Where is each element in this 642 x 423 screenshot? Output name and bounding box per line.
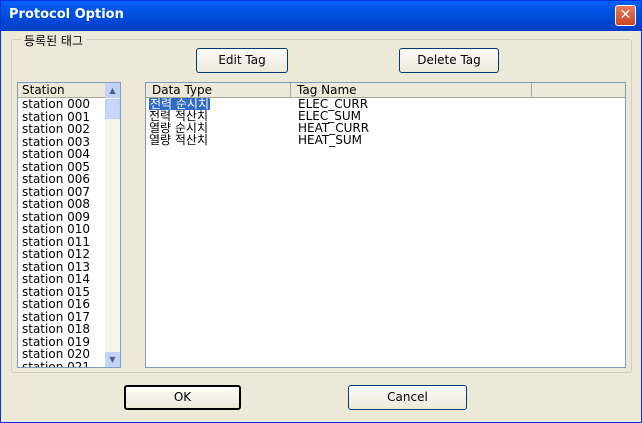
station-list-item[interactable]: station 012 [22,248,90,261]
station-list-item[interactable]: station 010 [22,223,90,236]
station-list-item[interactable]: station 004 [22,148,90,161]
ok-button[interactable]: OK [124,385,241,410]
cancel-button[interactable]: Cancel [348,385,467,410]
title-bar[interactable]: Protocol Option ✕ [1,1,641,31]
chevron-down-icon: ▼ [109,355,116,364]
station-list-item[interactable]: station 008 [22,198,90,211]
scroll-down-button[interactable]: ▼ [105,352,120,367]
window-title: Protocol Option [9,7,124,22]
tag-list[interactable]: Data Type Tag Name 전력 순시치 ELEC_CURR 전력 적산치… [145,82,626,368]
tag-name-column-header[interactable]: Tag Name [291,83,532,98]
data-type-cell: 열량 적산치 [149,133,209,147]
station-column-header[interactable]: Station [18,83,107,98]
edit-tag-button[interactable]: Edit Tag [196,48,288,73]
station-list-item[interactable]: station 020 [22,348,90,361]
close-button[interactable]: ✕ [615,5,636,26]
station-list-item[interactable]: station 002 [22,123,90,136]
tag-name-cell: HEAT_SUM [298,133,362,147]
station-list-item[interactable]: station 018 [22,323,90,336]
station-list-item[interactable]: station 016 [22,298,90,311]
scroll-up-button[interactable]: ▲ [105,83,120,98]
group-label: 등록된 태그 [21,32,87,49]
chevron-up-icon: ▲ [109,86,116,95]
empty-column-header [532,83,625,98]
station-scrollbar[interactable]: ▲ ▼ [105,83,120,367]
data-type-column-header[interactable]: Data Type [146,83,291,98]
station-items: station 000 station 001 station 002 station… [22,98,90,367]
scroll-thumb[interactable] [105,99,120,119]
protocol-option-dialog: Protocol Option ✕ 등록된 태그 Edit Tag Delete… [0,0,642,423]
station-list-item[interactable]: station 021 [22,361,90,367]
station-list-item[interactable]: station 006 [22,173,90,186]
close-icon: ✕ [619,7,632,23]
station-list-item[interactable]: station 014 [22,273,90,286]
station-list[interactable]: Station station 000 station 001 station 00… [17,82,121,368]
station-list-item[interactable]: station 000 [22,98,90,111]
delete-tag-button[interactable]: Delete Tag [399,48,499,73]
